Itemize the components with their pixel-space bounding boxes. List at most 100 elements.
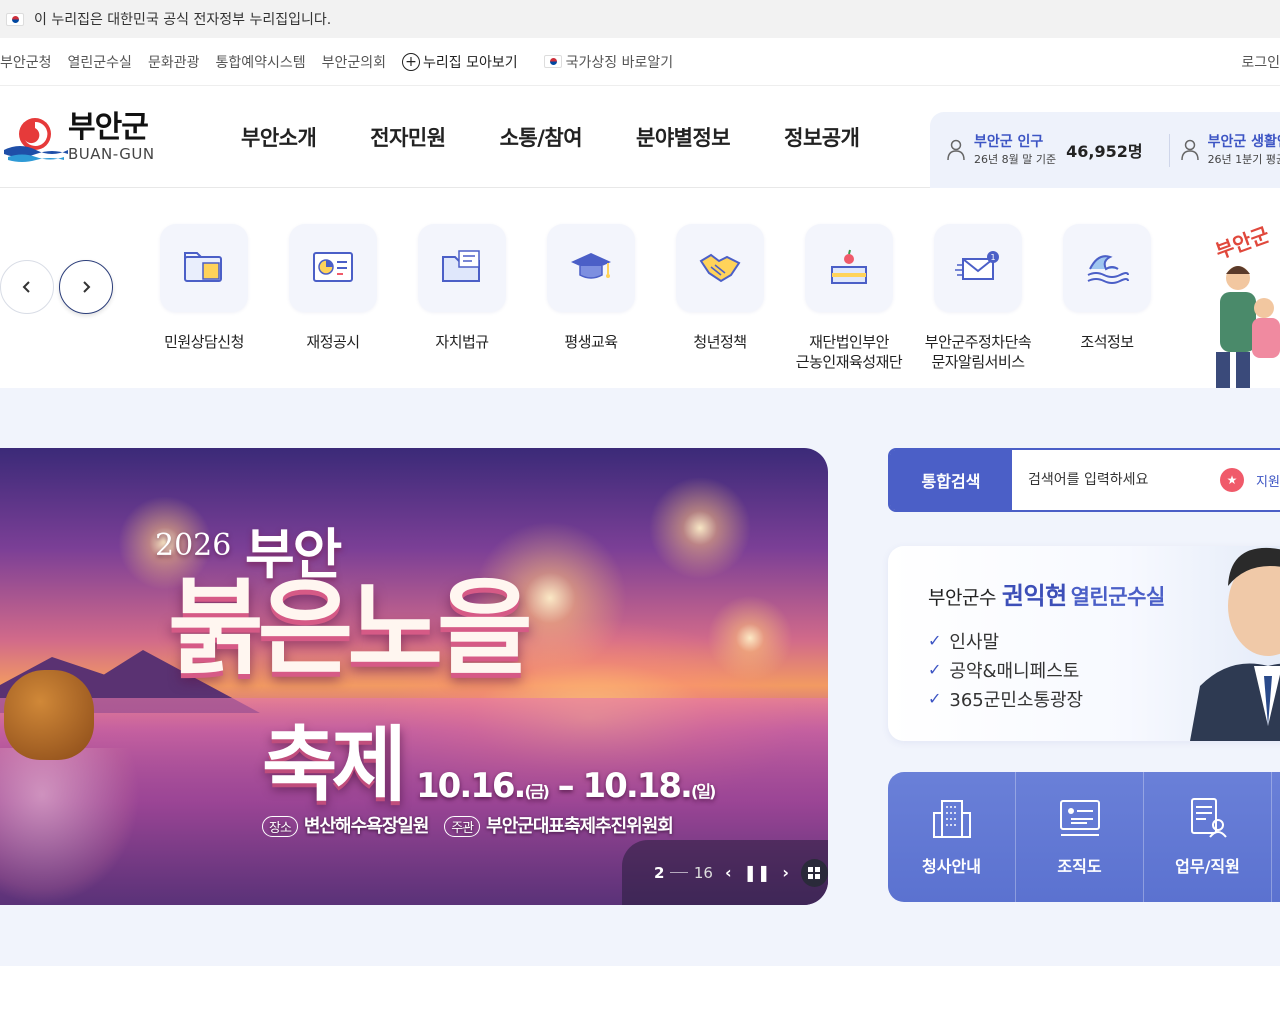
integrated-search: 통합검색 ★ 지원: [888, 448, 1280, 512]
slide-pause-button[interactable]: ❚❚: [744, 863, 771, 882]
service-building-guide[interactable]: 청사안내: [888, 772, 1016, 902]
nav-field-info[interactable]: 분야별정보: [636, 122, 731, 152]
quick-prev-button[interactable]: [0, 260, 54, 314]
nuri-all-label: 누리집 모아보기: [423, 54, 518, 71]
national-symbol-label: 국가상징 바로알기: [565, 54, 674, 71]
quick-label: 평생교육: [564, 333, 618, 351]
wave-icon: [1087, 255, 1129, 284]
slide-next-button[interactable]: ›: [782, 863, 789, 882]
banner-date-start: 10.16.: [416, 766, 526, 806]
population-label: 부안군 인구: [974, 133, 1044, 150]
org-chart-icon: [1059, 800, 1100, 836]
check-icon: ✓: [928, 631, 942, 650]
service-label: 조직도: [1057, 857, 1102, 876]
quick-label: 재정공시: [306, 333, 360, 351]
mayor-link-manifesto[interactable]: ✓ 공약&매니페스토: [928, 655, 1083, 684]
quick-item-education[interactable]: 평생교육: [526, 224, 656, 352]
family-mascot-icon: 부안군: [1212, 222, 1280, 388]
quick-item-parking-alert[interactable]: 1 부안군주정차단속 문자알림서비스: [913, 224, 1043, 372]
mayor-link-label: 공약&매니페스토: [949, 660, 1080, 682]
quick-label: 부안군주정차단속 문자알림서비스: [924, 333, 1032, 371]
quick-label: 조석정보: [1080, 333, 1134, 351]
quick-item-foundation[interactable]: 재단법인부안 근농인재육성재단: [784, 224, 914, 372]
festival-banner[interactable]: 2026 부안 붉은노을 축제 10.16.(금) – 10.18.(일) 장소…: [0, 448, 828, 905]
population-value: 46,952명: [1066, 142, 1143, 161]
graduation-cap-icon: [571, 253, 611, 279]
slide-current: 2: [654, 863, 665, 882]
utility-bar: 부안군청 열린군수실 문화관광 통합예약시스템 부안군의회 + 누리집 모아보기…: [0, 38, 1280, 86]
search-button[interactable]: 통합검색: [890, 450, 1012, 510]
living-population-date: 26년 1분기 평균: [1207, 152, 1280, 166]
search-extra-link[interactable]: 지원: [1256, 471, 1280, 490]
cake-icon: [831, 249, 867, 284]
mayor-link-communication[interactable]: ✓ 365군민소통광장: [928, 684, 1083, 713]
quick-item-finance[interactable]: 재정공시: [268, 224, 398, 352]
mayor-link-greeting[interactable]: ✓ 인사말: [928, 626, 1083, 655]
gov-notice-text: 이 누리집은 대한민국 공식 전자정부 누리집입니다.: [34, 12, 332, 28]
person-icon: [947, 139, 965, 161]
mayor-link-label: 인사말: [949, 631, 1000, 653]
nav-participation[interactable]: 소통/참여: [500, 122, 583, 152]
banner-host: 부안군대표축제추진위원회: [486, 816, 674, 837]
banner-date: 10.16.(금) – 10.18.(일): [416, 766, 716, 806]
mayor-card: 부안군수 권익현 열린군수실 ✓ 인사말 ✓ 공약&매니페스토 ✓ 365군민소통광장: [888, 546, 1280, 741]
chevron-right-icon: [83, 281, 91, 293]
quick-item-law[interactable]: 자치법규: [397, 224, 527, 352]
service-org-chart[interactable]: 조직도: [1016, 772, 1144, 902]
building-icon: [932, 800, 971, 838]
grid-icon: [808, 866, 821, 879]
service-staff[interactable]: 업무/직원: [1144, 772, 1272, 902]
util-link-tour[interactable]: 문화관광: [148, 52, 200, 72]
banner-title-main: 붉은노을: [168, 567, 533, 689]
check-icon: ✓: [928, 660, 942, 679]
banner-date-end-day: (일): [690, 782, 716, 801]
quick-label: 자치법규: [435, 333, 489, 351]
nuri-all-button[interactable]: + 누리집 모아보기: [402, 52, 518, 72]
nav-civil[interactable]: 전자민원: [370, 122, 446, 152]
quick-next-button[interactable]: [59, 260, 113, 314]
banner-place: 변산해수욕장일원: [303, 816, 429, 837]
service-label: 청사안내: [922, 857, 981, 876]
logo-text-en: BUAN-GUN: [68, 144, 155, 163]
handshake-icon: [699, 253, 741, 283]
law-folder-icon: [442, 250, 480, 282]
banner-info: 장소 변산해수욕장일원 주관 부안군대표축제추진위원회: [262, 812, 674, 838]
site-logo[interactable]: 부안군 BUAN-GUN: [0, 110, 215, 164]
site-header: 부안군 BUAN-GUN 부안소개 전자민원 소통/참여 분야별정보 정보공개 …: [0, 86, 1280, 188]
banner-date-start-day: (금): [524, 782, 549, 801]
check-icon: ✓: [928, 689, 942, 708]
plus-circle-icon: +: [402, 52, 421, 71]
svg-text:1: 1: [990, 253, 995, 262]
quick-item-civil-consult[interactable]: 민원상담신청: [139, 224, 269, 352]
mayor-title: 부안군수 권익현 열린군수실: [928, 576, 1165, 611]
mascot-text: 부안군: [1212, 222, 1272, 263]
login-link[interactable]: 로그인: [1241, 52, 1280, 72]
national-symbol-link[interactable]: 국가상징 바로알기: [543, 52, 674, 72]
util-link-council[interactable]: 부안군의회: [322, 52, 386, 72]
slide-prev-button[interactable]: ‹: [725, 863, 732, 882]
population-box: 부안군 인구 26년 8월 말 기준 46,952명 부안군 생활인 26년 1…: [930, 112, 1280, 188]
buan-logo-icon: [4, 117, 68, 162]
quick-item-youth[interactable]: 청년정책: [655, 224, 785, 352]
mayor-name: 권익현: [1001, 582, 1067, 610]
main-nav: 부안소개 전자민원 소통/참여 분야별정보 정보공개: [241, 122, 913, 152]
grid-view-button[interactable]: [800, 858, 828, 887]
population-date: 26년 8월 말 기준: [974, 152, 1057, 166]
star-icon[interactable]: ★: [1220, 468, 1244, 492]
living-population-label: 부안군 생활인: [1207, 133, 1280, 150]
mascot-illustration: 부안군: [1206, 212, 1280, 388]
mayor-room: 열린군수실: [1070, 585, 1166, 609]
util-link-reservation[interactable]: 통합예약시스템: [215, 52, 305, 72]
banner-title-festival: 축제: [262, 718, 407, 813]
mayor-photo: [1190, 547, 1280, 741]
gov-notice-bar: 이 누리집은 대한민국 공식 전자정부 누리집입니다.: [0, 0, 1280, 38]
person-icon: [1180, 139, 1199, 161]
banner-date-end: 10.18.: [582, 766, 693, 806]
nav-intro[interactable]: 부안소개: [241, 122, 317, 152]
search-input[interactable]: [1028, 472, 1208, 488]
quick-item-tide[interactable]: 조석정보: [1042, 224, 1172, 352]
nav-open-info[interactable]: 정보공개: [784, 122, 860, 152]
main-content: 2026 부안 붉은노을 축제 10.16.(금) – 10.18.(일) 장소…: [0, 388, 1280, 966]
util-link-mayor[interactable]: 열린군수실: [68, 52, 132, 72]
util-link-buan[interactable]: 부안군청: [0, 52, 52, 72]
